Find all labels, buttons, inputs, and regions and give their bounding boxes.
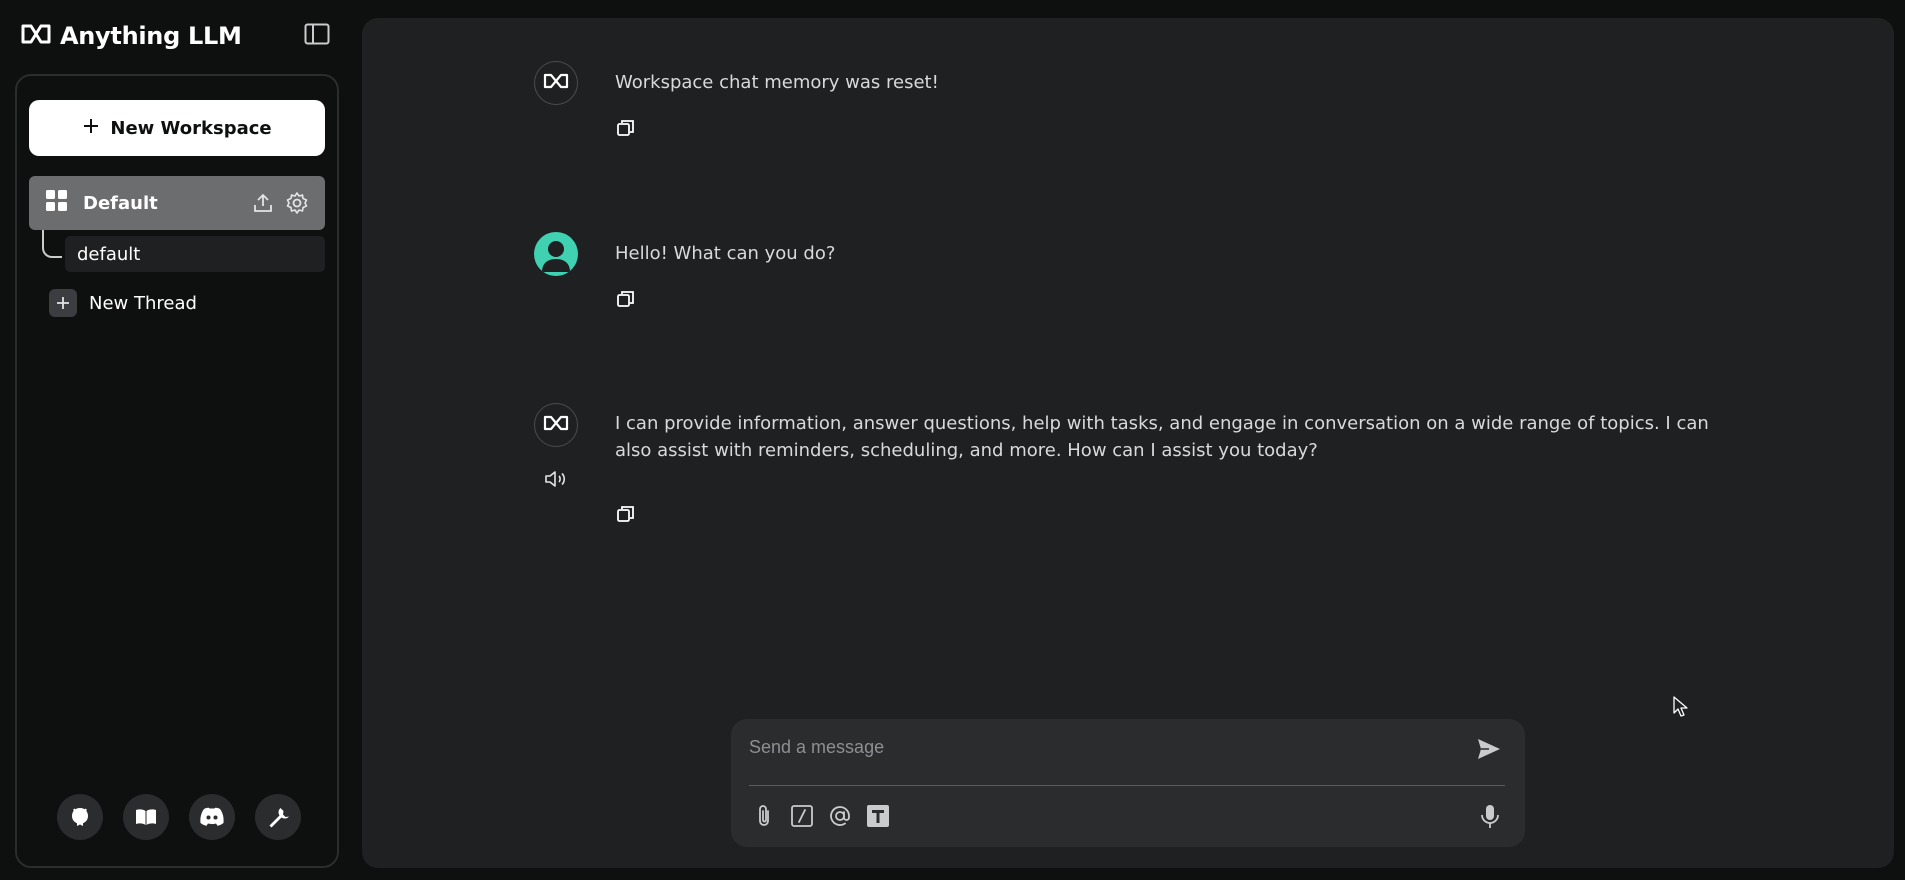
send-icon[interactable] xyxy=(1475,735,1503,763)
new-workspace-button[interactable]: New Workspace xyxy=(29,100,325,156)
chat-panel: Workspace chat memory was reset! Hello! … xyxy=(362,18,1894,868)
copy-icon[interactable] xyxy=(615,288,637,310)
chat-message-user: Hello! What can you do? xyxy=(534,232,1734,312)
message-composer xyxy=(731,719,1525,847)
assistant-avatar xyxy=(534,403,578,447)
anything-llm-logo-icon xyxy=(20,22,52,50)
sidebar-item-workspace-default[interactable]: Default xyxy=(29,176,325,230)
sidebar-footer xyxy=(57,794,301,840)
composer-divider xyxy=(749,785,1505,786)
speaker-icon[interactable] xyxy=(543,467,569,491)
sidebar-panel-icon xyxy=(304,23,330,49)
message-text: Workspace chat memory was reset! xyxy=(615,72,939,93)
copy-icon[interactable] xyxy=(615,503,637,525)
at-mention-icon[interactable] xyxy=(827,803,853,829)
anything-llm-logo-icon xyxy=(543,414,569,436)
assistant-avatar xyxy=(534,61,578,105)
message-input[interactable] xyxy=(749,729,1449,765)
mouse-cursor-icon xyxy=(1673,696,1689,718)
microphone-icon[interactable] xyxy=(1477,803,1503,831)
workspace-actions xyxy=(251,191,309,215)
plus-icon xyxy=(82,117,100,140)
wrench-icon[interactable] xyxy=(255,794,301,840)
new-thread-button[interactable]: New Thread xyxy=(49,288,197,318)
text-size-icon[interactable] xyxy=(865,803,891,829)
slash-command-icon[interactable] xyxy=(789,803,815,829)
paperclip-icon[interactable] xyxy=(751,803,777,829)
gear-icon[interactable] xyxy=(285,191,309,215)
sidebar-toggle-button[interactable] xyxy=(303,23,331,49)
new-thread-label: New Thread xyxy=(89,292,197,314)
copy-icon[interactable] xyxy=(615,117,637,139)
github-icon[interactable] xyxy=(57,794,103,840)
app-brand: Anything LLM xyxy=(20,20,242,52)
plus-icon xyxy=(49,289,77,317)
message-text: I can provide information, answer questi… xyxy=(615,413,1709,461)
sidebar: New Workspace Default default New Thread xyxy=(15,74,339,868)
thread-item-default[interactable]: default xyxy=(65,236,325,272)
discord-icon[interactable] xyxy=(189,794,235,840)
thread-connector-line xyxy=(42,230,62,258)
new-workspace-label: New Workspace xyxy=(110,117,272,139)
book-icon[interactable] xyxy=(123,794,169,840)
user-avatar xyxy=(534,232,578,276)
upload-icon[interactable] xyxy=(251,191,275,215)
chat-message-assistant: I can provide information, answer questi… xyxy=(534,403,1734,522)
composer-tools xyxy=(751,803,891,829)
workspace-label: Default xyxy=(83,192,158,214)
anything-llm-logo-icon xyxy=(543,72,569,94)
app-title: Anything LLM xyxy=(60,22,242,50)
workspace-grid-icon xyxy=(45,189,69,217)
chat-message-assistant: Workspace chat memory was reset! xyxy=(534,61,1734,141)
message-text: Hello! What can you do? xyxy=(615,243,836,264)
